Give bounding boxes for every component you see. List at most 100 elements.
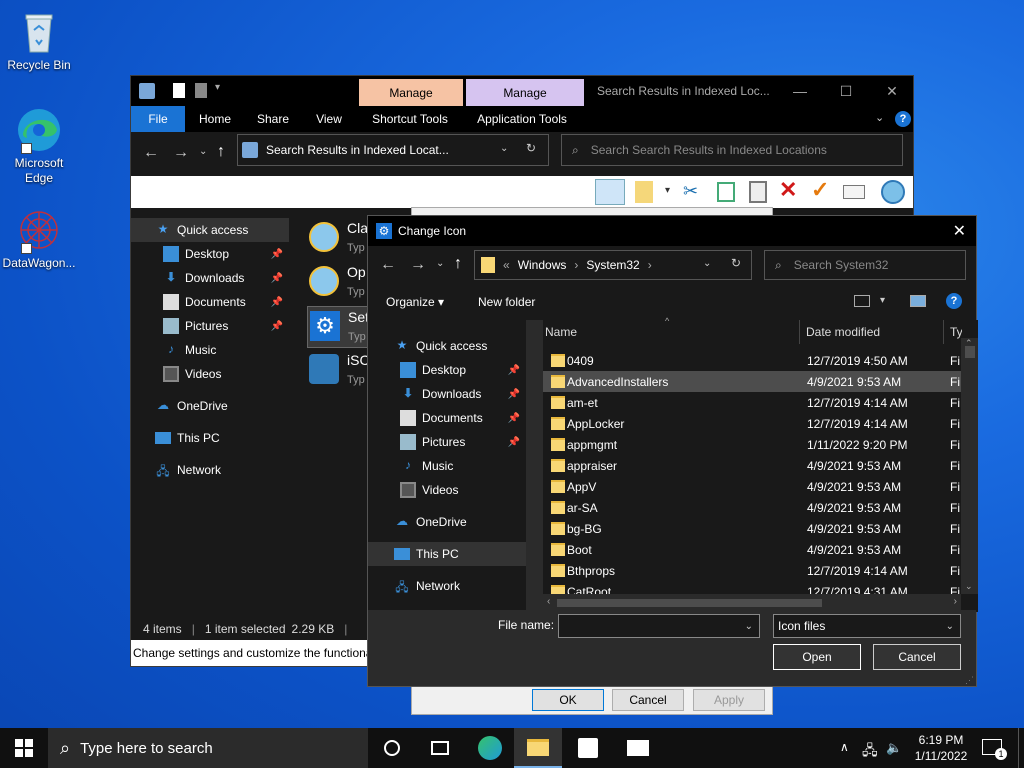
context-tab-shortcut-manage[interactable]: Manage xyxy=(359,79,463,106)
nav-documents[interactable]: Documents 📌 xyxy=(368,406,526,430)
nav-desktop[interactable]: Desktop 📌 xyxy=(131,242,289,266)
nav-network[interactable]: 🖧 Network xyxy=(131,458,289,482)
cortana-button[interactable] xyxy=(368,728,416,768)
desktop-icon-recycle-bin[interactable]: Recycle Bin xyxy=(0,8,78,73)
resize-grip-icon[interactable]: ⋰ xyxy=(965,675,974,686)
result-item-selected[interactable]: ⚙ Set Typ xyxy=(307,306,369,348)
tab-share[interactable]: Share xyxy=(245,106,301,132)
breadcrumb-windows[interactable]: Windows xyxy=(518,258,567,272)
file-row[interactable]: am-et 12/7/2019 4:14 AM Fi xyxy=(543,392,961,413)
help-icon[interactable]: ? xyxy=(895,111,911,127)
nav-this-pc[interactable]: This PC xyxy=(131,426,289,450)
start-button[interactable] xyxy=(0,728,48,768)
nav-videos[interactable]: Videos xyxy=(131,362,289,386)
ribbon-collapse-icon[interactable]: ⌄ xyxy=(875,111,884,124)
recent-dropdown-icon[interactable]: ⌄ xyxy=(436,258,444,269)
file-row[interactable]: bg-BG 4/9/2021 9:53 AM Fi xyxy=(543,518,961,539)
notification-center-icon[interactable]: 1 xyxy=(982,739,1007,760)
shell-icon[interactable] xyxy=(881,180,905,204)
ok-button[interactable]: OK xyxy=(532,689,604,711)
result-item[interactable]: Op Typ xyxy=(307,262,369,304)
column-header-name[interactable]: Name xyxy=(545,320,799,344)
address-dropdown-icon[interactable]: ⌄ xyxy=(703,258,711,269)
properties-icon[interactable] xyxy=(635,181,653,203)
tab-view[interactable]: View xyxy=(301,106,357,132)
tab-application-tools[interactable]: Application Tools xyxy=(463,106,581,132)
address-dropdown-icon[interactable]: ⌄ xyxy=(500,143,508,154)
nav-music[interactable]: ♪ Music xyxy=(131,338,289,362)
paste-icon[interactable] xyxy=(749,181,767,203)
vertical-scrollbar[interactable]: ⌃ ⌄ xyxy=(961,338,978,594)
back-arrow-icon[interactable]: ← xyxy=(380,256,396,274)
rename-check-icon[interactable]: ✓ xyxy=(811,177,829,203)
file-row-selected[interactable]: AdvancedInstallers 4/9/2021 9:53 AM Fi xyxy=(543,371,961,392)
refresh-icon[interactable]: ↻ xyxy=(731,256,741,270)
file-row[interactable]: ar-SA 4/9/2021 9:53 AM Fi xyxy=(543,497,961,518)
desktop-icon-datawagon[interactable]: DataWagon... xyxy=(0,206,78,271)
file-row[interactable]: AppLocker 12/7/2019 4:14 AM Fi xyxy=(543,413,961,434)
help-icon[interactable]: ? xyxy=(946,293,962,309)
breadcrumb-system32[interactable]: System32 xyxy=(586,258,639,272)
minimize-button[interactable]: — xyxy=(777,76,823,106)
taskbar-store[interactable] xyxy=(564,728,612,768)
preview-pane-icon[interactable] xyxy=(910,295,926,307)
cut-icon[interactable]: ✂ xyxy=(683,181,698,202)
nav-desktop[interactable]: Desktop 📌 xyxy=(368,358,526,382)
close-button[interactable]: ✕ xyxy=(869,76,915,106)
network-status-icon[interactable]: 🖧 xyxy=(862,740,878,764)
view-dropdown-icon[interactable]: ▾ xyxy=(880,295,885,306)
properties-quick-icon[interactable] xyxy=(173,83,185,98)
explorer-search-box[interactable]: ⌕ Search Search Results in Indexed Locat… xyxy=(561,134,903,166)
nav-onedrive[interactable]: ☁ OneDrive xyxy=(131,394,289,418)
nav-videos[interactable]: Videos xyxy=(368,478,526,502)
open-button[interactable]: Open xyxy=(773,644,861,670)
nav-quick-access[interactable]: ★ Quick access xyxy=(368,334,526,358)
column-header-date[interactable]: Date modified xyxy=(806,320,942,344)
file-row[interactable]: 0409 12/7/2019 4:50 AM Fi xyxy=(543,350,961,371)
file-type-select[interactable]: Icon files ⌄ xyxy=(773,614,961,638)
explorer-address-bar[interactable]: Search Results in Indexed Locat... ⌄ ↻ xyxy=(237,134,549,166)
tab-file[interactable]: File xyxy=(131,106,185,132)
taskbar-edge[interactable] xyxy=(466,728,514,768)
nav-this-pc[interactable]: This PC xyxy=(368,542,526,566)
task-view-button[interactable] xyxy=(416,728,464,768)
volume-muted-icon[interactable]: 🔈 xyxy=(886,740,902,756)
taskbar-clock[interactable]: 6:19 PM 1/11/2022 xyxy=(908,732,974,766)
tab-home[interactable]: Home xyxy=(185,106,245,132)
show-hidden-icons-chevron[interactable]: ∧ xyxy=(840,740,849,754)
file-row[interactable]: Boot 4/9/2021 9:53 AM Fi xyxy=(543,539,961,560)
nav-quick-access[interactable]: ★ Quick access xyxy=(131,218,289,242)
cancel-button[interactable]: Cancel xyxy=(873,644,961,670)
new-folder-button[interactable]: New folder xyxy=(478,295,535,309)
recent-dropdown-icon[interactable]: ⌄ xyxy=(199,146,207,157)
dialog-address-bar[interactable]: « Windows › System32 › ⌄ ↻ xyxy=(474,250,752,280)
refresh-icon[interactable]: ↻ xyxy=(526,141,536,155)
desktop-icon-edge[interactable]: Microsoft Edge xyxy=(0,106,78,186)
taskbar-file-explorer[interactable] xyxy=(514,728,562,768)
nav-onedrive[interactable]: ☁ OneDrive xyxy=(368,510,526,534)
forward-arrow-icon[interactable]: → xyxy=(173,144,189,162)
nav-downloads[interactable]: ⬇ Downloads 📌 xyxy=(131,266,289,290)
file-row[interactable]: appraiser 4/9/2021 9:53 AM Fi xyxy=(543,455,961,476)
show-desktop-button[interactable] xyxy=(1018,728,1024,768)
tab-shortcut-tools[interactable]: Shortcut Tools xyxy=(357,106,463,132)
nav-network[interactable]: 🖧 Network xyxy=(368,574,526,598)
view-options-icon[interactable] xyxy=(854,295,870,307)
copy-icon[interactable] xyxy=(717,182,735,202)
forward-arrow-icon[interactable]: → xyxy=(410,256,426,274)
nav-music[interactable]: ♪ Music xyxy=(368,454,526,478)
file-row[interactable]: AppV 4/9/2021 9:53 AM Fi xyxy=(543,476,961,497)
context-tab-application-manage[interactable]: Manage xyxy=(466,79,584,106)
quick-access-dropdown-icon[interactable]: ▾ xyxy=(215,82,220,93)
delete-icon[interactable]: ✕ xyxy=(779,177,797,203)
back-arrow-icon[interactable]: ← xyxy=(143,144,159,162)
dialog-search-box[interactable]: ⌕ Search System32 xyxy=(764,250,966,280)
result-item[interactable]: iSC Typ xyxy=(307,350,370,392)
taskbar-mail[interactable] xyxy=(614,728,662,768)
nav-pictures[interactable]: Pictures 📌 xyxy=(131,314,289,338)
file-row[interactable]: CatRoot 12/7/2019 4:31 AM Fi xyxy=(543,581,961,594)
properties-dropdown-icon[interactable]: ▾ xyxy=(665,185,670,196)
up-arrow-icon[interactable]: ↑ xyxy=(454,255,462,273)
taskbar-search-box[interactable]: ⌕ Type here to search xyxy=(48,728,368,768)
nav-documents[interactable]: Documents 📌 xyxy=(131,290,289,314)
